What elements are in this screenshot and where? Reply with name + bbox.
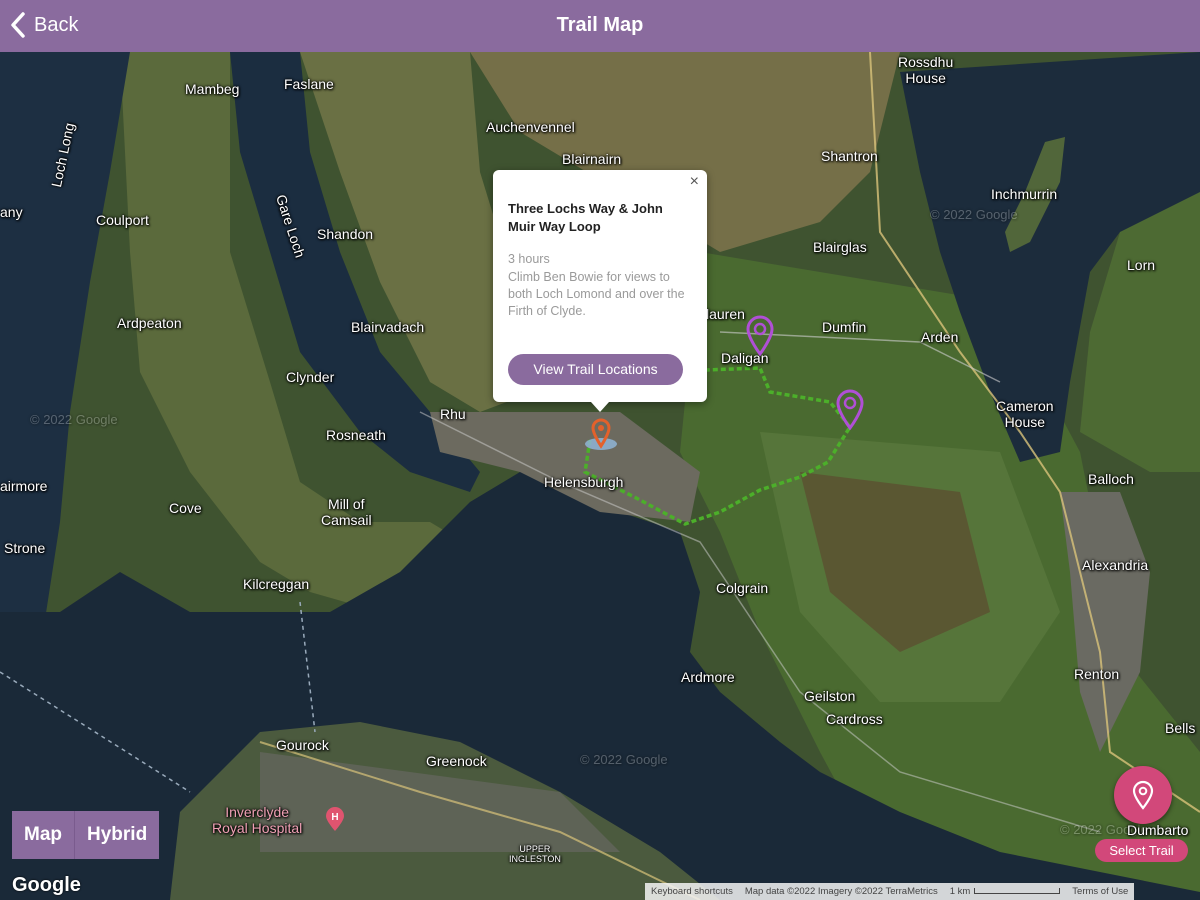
place-label: Mambeg — [185, 81, 240, 97]
place-label: Inverclyde Royal Hospital — [212, 804, 303, 836]
place-label: lauren — [706, 306, 745, 322]
place-label: Inchmurrin — [991, 186, 1058, 202]
hospital-icon[interactable]: H — [324, 806, 346, 832]
map-pin-icon[interactable] — [835, 388, 865, 430]
map-type-hybrid-button[interactable]: Hybrid — [75, 811, 159, 859]
place-label: Greenock — [426, 753, 487, 769]
map-pin-icon[interactable] — [745, 314, 775, 356]
place-label: Strone — [4, 540, 46, 556]
place-label: Coulport — [96, 212, 149, 228]
select-trail-button[interactable] — [1114, 766, 1172, 824]
select-trail-label[interactable]: Select Trail — [1095, 839, 1188, 862]
scale-label: 1 km — [949, 886, 971, 897]
place-label: airmore — [0, 478, 48, 494]
place-label: Ardpeaton — [117, 315, 182, 331]
page-title: Trail Map — [556, 14, 644, 36]
place-label: Cameron House — [996, 398, 1054, 430]
place-label: any — [0, 204, 23, 220]
place-label: Auchenvennel — [486, 119, 575, 135]
place-label: Bells — [1165, 720, 1196, 736]
place-label: Lorn — [1127, 257, 1156, 273]
place-label: Dumfin — [822, 319, 867, 335]
map-watermark: © 2022 Google — [930, 207, 1018, 222]
close-icon[interactable]: × — [690, 173, 699, 191]
place-label: Faslane — [284, 76, 334, 92]
place-label: Blairnairn — [562, 151, 622, 167]
place-label: Blairglas — [813, 239, 867, 255]
place-label: Cove — [169, 500, 202, 516]
place-label: Rhu — [440, 406, 466, 422]
place-label: Helensburgh — [544, 474, 624, 490]
popup-title: Three Lochs Way & John Muir Way Loop — [508, 201, 663, 234]
place-label: Shandon — [317, 226, 374, 242]
place-label: Kilcreggan — [243, 576, 310, 592]
place-label: Rosneath — [326, 427, 386, 443]
keyboard-shortcuts-link[interactable]: Keyboard shortcuts — [645, 886, 739, 897]
map-pin-icon[interactable] — [583, 416, 619, 452]
place-label: Shantron — [821, 148, 878, 164]
map-watermark: © 2022 Google — [580, 752, 668, 767]
popup-description: Climb Ben Bowie for views to both Loch L… — [508, 270, 685, 318]
place-label: Arden — [921, 329, 959, 345]
place-label: Balloch — [1088, 471, 1134, 487]
place-label: Mill of Camsail — [321, 496, 372, 528]
place-label: Gourock — [276, 737, 329, 753]
place-label: Renton — [1074, 666, 1120, 682]
place-label: Geilston — [804, 688, 856, 704]
popup-duration: 3 hours — [508, 252, 550, 266]
place-label: Alexandria — [1082, 557, 1149, 573]
app-header: Back Trail Map — [0, 0, 1200, 52]
map-data-text: Map data ©2022 Imagery ©2022 TerraMetric… — [744, 886, 938, 897]
place-label: Clynder — [286, 369, 335, 385]
svg-text:H: H — [331, 812, 338, 823]
place-label: Cardross — [826, 711, 883, 727]
place-label: Dumbarto — [1127, 822, 1189, 838]
map-watermark: © 2022 Google — [30, 412, 118, 427]
scale-bar[interactable]: 1 km — [944, 886, 1067, 897]
place-label: Rossdhu House — [898, 54, 954, 86]
place-label: Blairvadach — [351, 319, 425, 335]
place-label: Colgrain — [716, 580, 769, 596]
google-logo[interactable]: Google — [12, 874, 81, 897]
view-trail-locations-button[interactable]: View Trail Locations — [508, 354, 683, 385]
trail-info-popup: × Three Lochs Way & John Muir Way Loop 3… — [493, 170, 707, 412]
map-type-map-button[interactable]: Map — [12, 811, 74, 859]
place-label: UPPER INGLESTON — [509, 844, 561, 864]
map-attribution: Keyboard shortcuts Map data ©2022 Imager… — [645, 883, 1135, 900]
map-pin-icon — [1132, 780, 1154, 810]
place-label: Ardmore — [681, 669, 735, 685]
map-type-control: Map Hybrid — [12, 811, 160, 859]
terms-link[interactable]: Terms of Use — [1066, 886, 1134, 897]
